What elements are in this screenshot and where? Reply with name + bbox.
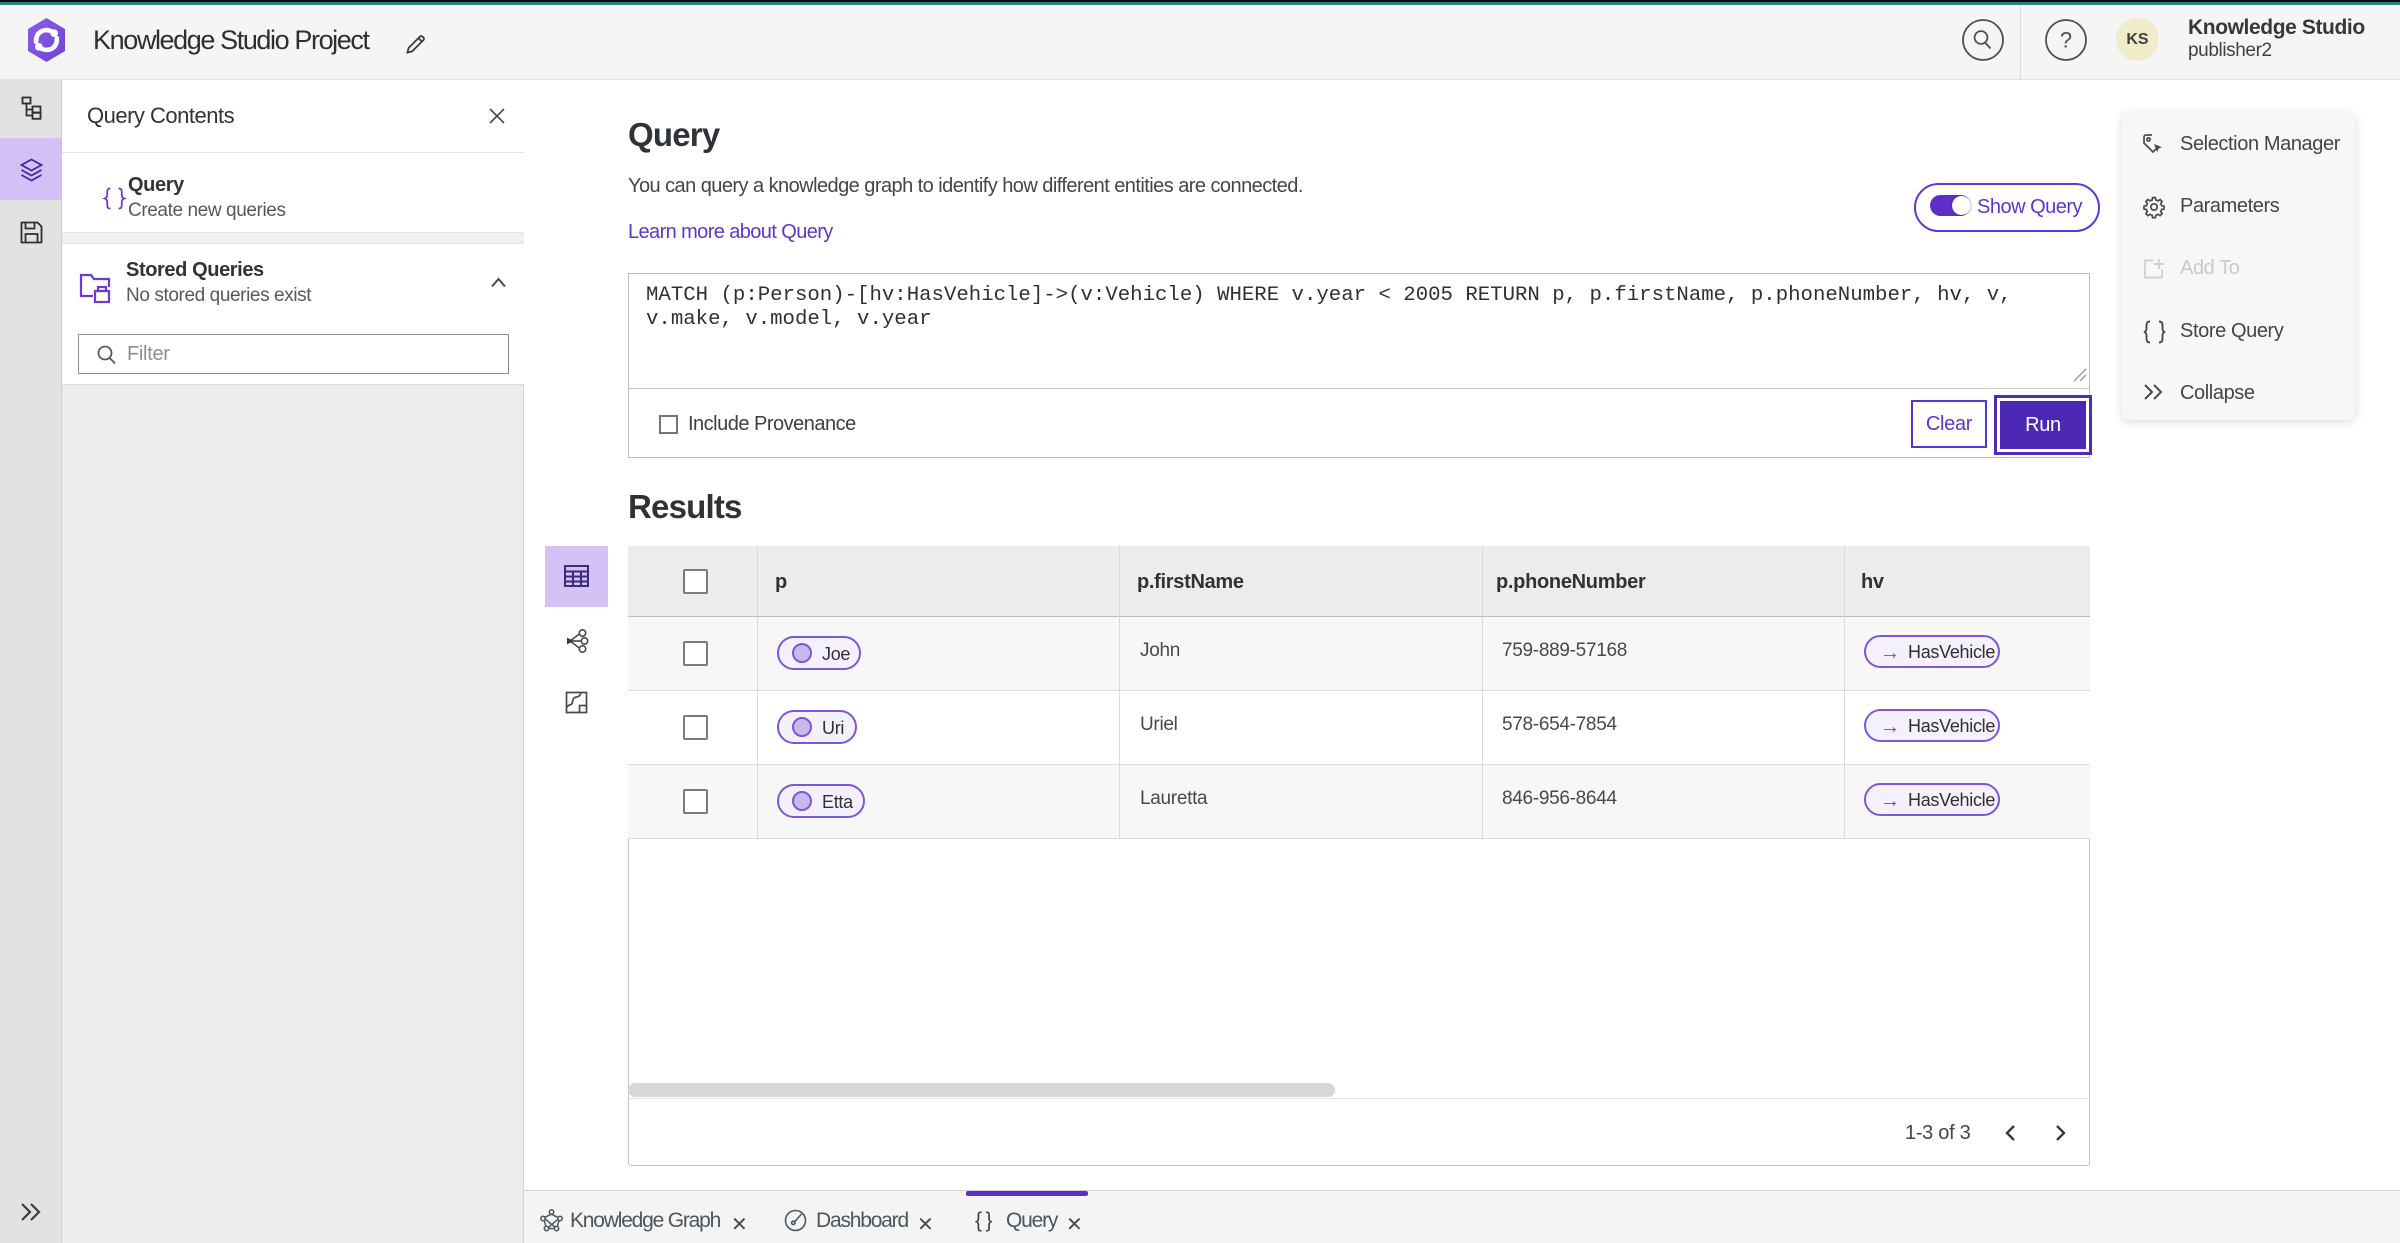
- svg-text:?: ?: [2060, 28, 2072, 53]
